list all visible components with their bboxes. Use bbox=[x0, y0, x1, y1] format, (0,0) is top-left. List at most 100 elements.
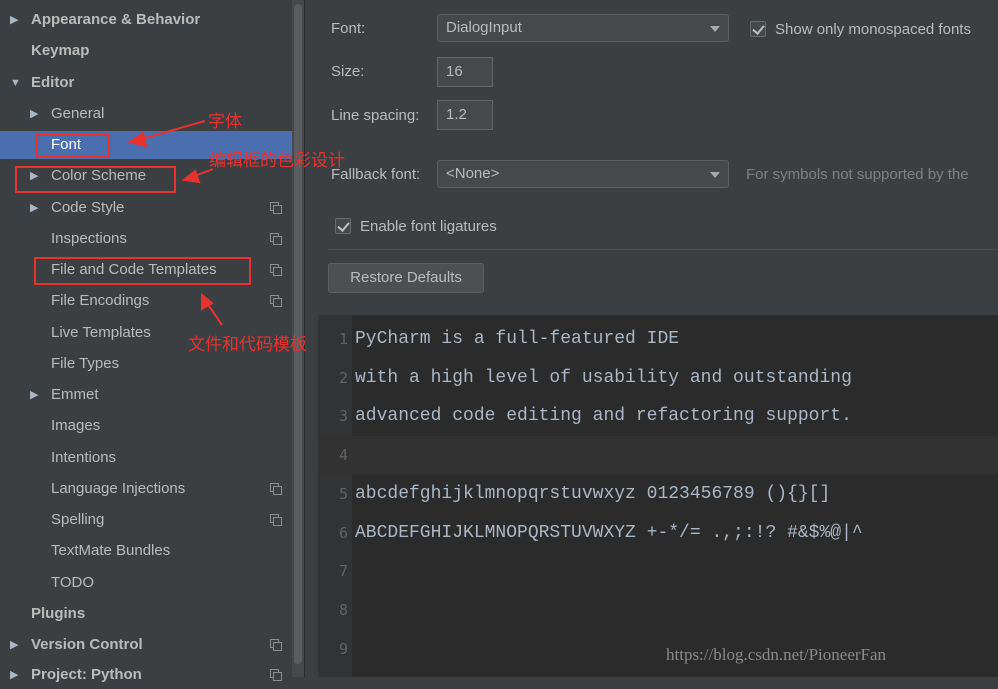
tree-item-label: File Encodings bbox=[51, 292, 150, 309]
line-number: 9 bbox=[338, 640, 348, 658]
project-level-icon bbox=[270, 483, 282, 495]
checkmark-icon bbox=[752, 22, 765, 35]
tree-item-plugins[interactable]: Plugins bbox=[0, 600, 304, 628]
tree-item-version-control[interactable]: ▶ Version Control bbox=[0, 631, 304, 659]
watermark: https://blog.csdn.net/PioneerFan bbox=[666, 645, 887, 664]
line-number: 4 bbox=[338, 446, 348, 464]
restore-defaults-button[interactable]: Restore Defaults bbox=[328, 263, 484, 293]
expand-arrow-icon[interactable]: ▶ bbox=[30, 194, 38, 222]
monospaced-checkbox[interactable] bbox=[750, 21, 766, 37]
preview-line-current: 4 bbox=[318, 436, 998, 474]
annotation-box-font bbox=[36, 134, 110, 158]
font-dropdown-value: DialogInput bbox=[446, 19, 522, 36]
preview-line: 8 bbox=[318, 591, 998, 629]
font-label: Font: bbox=[331, 20, 366, 37]
separator bbox=[328, 249, 998, 250]
checkmark-icon bbox=[337, 219, 350, 232]
tree-item-images[interactable]: Images bbox=[0, 412, 304, 440]
fallback-font-value: <None> bbox=[446, 165, 500, 182]
line-spacing-field[interactable]: 1.2 bbox=[437, 100, 493, 130]
tree-item-label: Appearance & Behavior bbox=[31, 11, 201, 28]
tree-item-language-injections[interactable]: Language Injections bbox=[0, 475, 304, 503]
preview-text: advanced code editing and refactoring su… bbox=[355, 406, 852, 426]
fallback-font-label: Fallback font: bbox=[331, 166, 421, 183]
ligatures-label[interactable]: Enable font ligatures bbox=[360, 218, 497, 235]
tree-item-label: Version Control bbox=[31, 636, 143, 653]
tree-item-label: File Types bbox=[51, 355, 120, 372]
tree-item-label: Images bbox=[51, 417, 101, 434]
preview-text: ABCDEFGHIJKLMNOPQRSTUVWXYZ +-*/= .,;:!? … bbox=[355, 523, 863, 543]
tree-item-keymap[interactable]: Keymap bbox=[0, 37, 304, 65]
project-level-icon bbox=[270, 264, 282, 276]
tree-item-label: Live Templates bbox=[51, 324, 151, 341]
preview-line: 6 ABCDEFGHIJKLMNOPQRSTUVWXYZ +-*/= .,;:!… bbox=[318, 514, 998, 552]
project-level-icon bbox=[270, 202, 282, 214]
tree-item-label: Language Injections bbox=[51, 480, 186, 497]
annotation-box-color-scheme bbox=[15, 166, 176, 193]
expand-arrow-icon[interactable]: ▶ bbox=[10, 631, 18, 659]
line-number: 6 bbox=[338, 524, 348, 542]
annotation-text-color-scheme: 编辑框的色彩设计 bbox=[209, 151, 345, 171]
preview-text: abcdefghijklmnopqrstuvwxyz 0123456789 ()… bbox=[355, 484, 831, 504]
annotation-text-templates: 文件和代码模板 bbox=[188, 335, 307, 355]
size-label: Size: bbox=[331, 63, 365, 80]
font-dropdown[interactable]: DialogInput bbox=[437, 14, 729, 42]
tree-item-label: Inspections bbox=[51, 230, 127, 247]
line-spacing-label: Line spacing: bbox=[331, 107, 420, 124]
tree-item-label: Intentions bbox=[51, 449, 117, 466]
tree-item-project-python[interactable]: ▶ Project: Python bbox=[0, 661, 304, 689]
monospaced-label[interactable]: Show only monospaced fonts bbox=[775, 21, 971, 38]
fallback-font-dropdown[interactable]: <None> bbox=[437, 160, 729, 188]
project-level-icon bbox=[270, 669, 282, 681]
tree-item-emmet[interactable]: ▶ Emmet bbox=[0, 381, 304, 409]
ligatures-checkbox[interactable] bbox=[335, 218, 351, 234]
chevron-down-icon bbox=[710, 172, 720, 178]
expand-arrow-icon[interactable]: ▶ bbox=[10, 661, 18, 689]
size-field[interactable]: 16 bbox=[437, 57, 493, 87]
line-number: 8 bbox=[338, 601, 348, 619]
tree-item-code-style[interactable]: ▶ Code Style bbox=[0, 194, 304, 222]
project-level-icon bbox=[270, 295, 282, 307]
tree-item-label: TextMate Bundles bbox=[51, 542, 171, 559]
tree-item-textmate-bundles[interactable]: TextMate Bundles bbox=[0, 537, 304, 565]
preview-line: 5 abcdefghijklmnopqrstuvwxyz 0123456789 … bbox=[318, 475, 998, 513]
tree-item-label: Plugins bbox=[31, 605, 86, 622]
line-number: 2 bbox=[338, 369, 348, 387]
preview-line: 7 bbox=[318, 552, 998, 590]
preview-line: 2 with a high level of usability and out… bbox=[318, 359, 998, 397]
tree-item-intentions[interactable]: Intentions bbox=[0, 444, 304, 472]
tree-item-spelling[interactable]: Spelling bbox=[0, 506, 304, 534]
expand-arrow-icon[interactable]: ▶ bbox=[30, 381, 38, 409]
tree-item-label: Code Style bbox=[51, 199, 125, 216]
collapse-arrow-icon[interactable]: ▼ bbox=[10, 69, 21, 97]
tree-item-label: General bbox=[51, 105, 105, 122]
preview-text: with a high level of usability and outst… bbox=[355, 368, 852, 388]
tree-item-label: Spelling bbox=[51, 511, 105, 528]
tree-item-file-encodings[interactable]: File Encodings bbox=[0, 287, 304, 315]
line-number: 1 bbox=[338, 330, 348, 348]
preview-line: 9 bbox=[318, 630, 998, 668]
line-number: 7 bbox=[338, 562, 348, 580]
tree-item-general[interactable]: ▶ General bbox=[0, 100, 304, 128]
line-number: 5 bbox=[338, 485, 348, 503]
project-level-icon bbox=[270, 639, 282, 651]
tree-item-label: Project: Python bbox=[31, 666, 142, 683]
preview-line: 1 PyCharm is a full-featured IDE bbox=[318, 320, 998, 358]
tree-item-appearance-behavior[interactable]: ▶ Appearance & Behavior bbox=[0, 6, 304, 34]
expand-arrow-icon[interactable]: ▶ bbox=[30, 100, 38, 128]
tree-item-inspections[interactable]: Inspections bbox=[0, 225, 304, 253]
preview-text: PyCharm is a full-featured IDE bbox=[355, 329, 680, 349]
tree-item-todo[interactable]: TODO bbox=[0, 569, 304, 597]
project-level-icon bbox=[270, 233, 282, 245]
annotation-box-templates bbox=[34, 257, 251, 285]
expand-arrow-icon[interactable]: ▶ bbox=[10, 6, 18, 34]
tree-item-label: TODO bbox=[51, 574, 95, 591]
project-level-icon bbox=[270, 514, 282, 526]
fallback-font-hint: For symbols not supported by the bbox=[746, 166, 969, 183]
tree-item-label: Emmet bbox=[51, 386, 99, 403]
annotation-text-font: 字体 bbox=[208, 112, 242, 132]
chevron-down-icon bbox=[710, 26, 720, 32]
font-preview-editor[interactable]: 1 PyCharm is a full-featured IDE 2 with … bbox=[318, 315, 998, 677]
line-number: 3 bbox=[338, 407, 348, 425]
tree-item-editor[interactable]: ▼ Editor bbox=[0, 69, 304, 97]
